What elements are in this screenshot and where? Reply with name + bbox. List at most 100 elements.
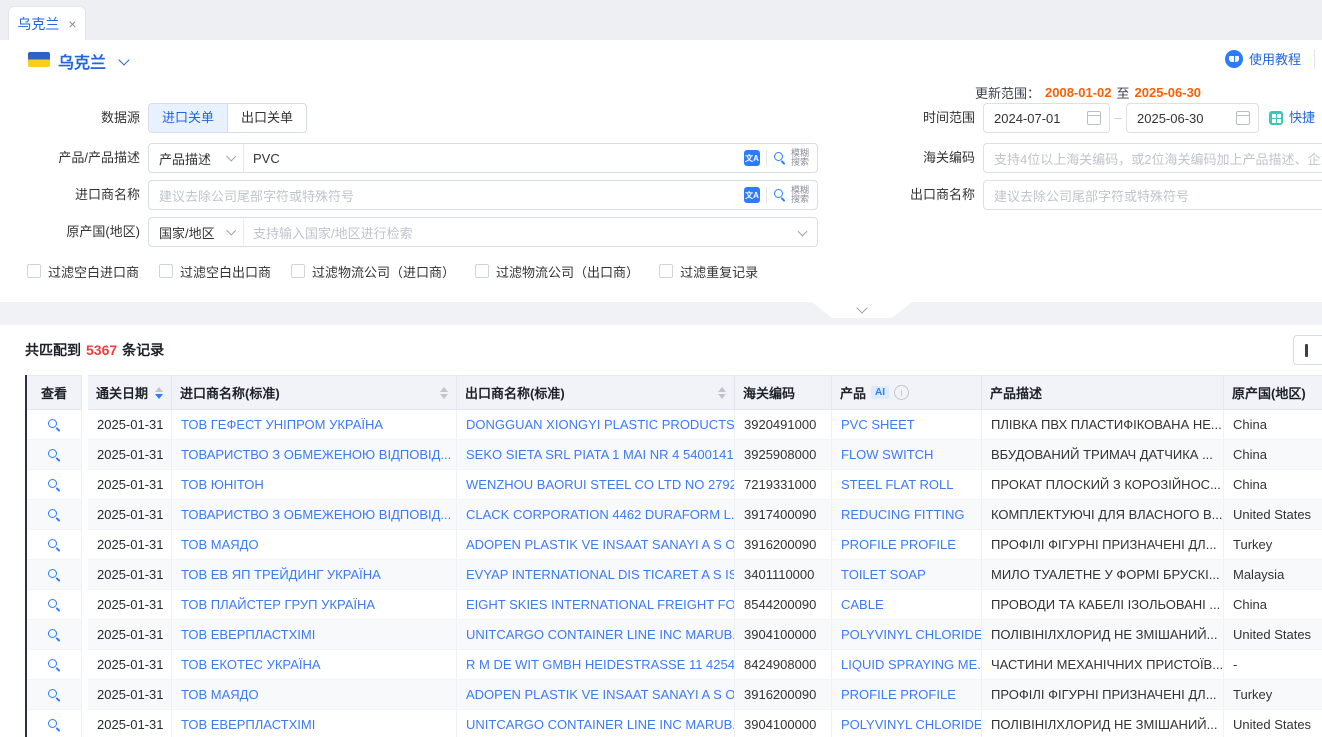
quick-select-link[interactable]: 快捷 (1289, 103, 1315, 133)
country-title[interactable]: 乌克兰 (58, 49, 106, 73)
importer-input[interactable]: 建议去除公司尾部字符或特殊符号 (149, 186, 744, 205)
view-cell[interactable] (27, 560, 82, 590)
origin-type-select[interactable]: 国家/地区 (149, 218, 244, 246)
calendar-icon[interactable] (1087, 111, 1101, 125)
view-cell[interactable] (27, 530, 82, 560)
fuzzy-search-button[interactable]: 模糊搜索 (773, 186, 809, 205)
exporter-link[interactable]: DONGGUAN XIONGYI PLASTIC PRODUCTS ... (457, 410, 735, 440)
sort-carets-icon[interactable] (718, 387, 726, 399)
origin-search-input[interactable]: 支持输入国家/地区进行检索 (244, 223, 799, 242)
chevron-down-icon[interactable] (118, 54, 129, 65)
product-link[interactable]: PROFILE PROFILE (832, 530, 982, 560)
exporter-link[interactable]: R M DE WIT GMBH HEIDESTRASSE 11 4254... (457, 650, 735, 680)
info-icon[interactable]: i (894, 385, 909, 400)
view-magnifier-icon[interactable] (47, 688, 61, 702)
view-magnifier-icon[interactable] (47, 508, 61, 522)
view-magnifier-icon[interactable] (47, 568, 61, 582)
translate-icon[interactable]: 文A (744, 150, 760, 166)
view-cell[interactable] (27, 410, 82, 440)
product-link[interactable]: PROFILE PROFILE (832, 680, 982, 710)
view-cell[interactable] (27, 680, 82, 710)
exporter-link[interactable]: WENZHOU BAORUI STEEL CO LTD NO 2792... (457, 470, 735, 500)
product-search-input[interactable]: PVC (244, 151, 744, 166)
exporter-link[interactable]: ADOPEN PLASTIK VE INSAAT SANAYI A S O... (457, 680, 735, 710)
view-cell[interactable] (27, 500, 82, 530)
calendar-icon[interactable] (1236, 111, 1250, 125)
checkbox-box[interactable] (159, 264, 173, 278)
product-link[interactable]: STEEL FLAT ROLL (832, 470, 982, 500)
view-magnifier-icon[interactable] (47, 658, 61, 672)
sort-carets-icon[interactable] (155, 387, 163, 399)
product-link[interactable]: CABLE (832, 590, 982, 620)
header-date[interactable]: 通关日期 (88, 375, 172, 410)
importer-link[interactable]: ТОВАРИСТВО З ОБМЕЖЕНОЮ ВІДПОВІД... (172, 500, 457, 530)
view-cell[interactable] (27, 620, 82, 650)
filter-checkbox[interactable]: 过滤物流公司（出口商） (475, 262, 639, 281)
view-magnifier-icon[interactable] (47, 448, 61, 462)
filter-checkbox[interactable]: 过滤空白出口商 (159, 262, 271, 281)
product-link[interactable]: POLYVINYL CHLORIDE (832, 710, 982, 737)
filter-checkbox[interactable]: 过滤物流公司（进口商） (291, 262, 455, 281)
end-date-input[interactable]: 2025-06-30 (1126, 103, 1259, 133)
importer-link[interactable]: ТОВАРИСТВО З ОБМЕЖЕНОЮ ВІДПОВІД... (172, 440, 457, 470)
exporter-input[interactable]: 建议去除公司尾部字符或特殊符号 (983, 180, 1322, 210)
importer-link[interactable]: ТОВ ЕВЕРПЛАСТХІМІ (172, 710, 457, 737)
view-cell[interactable] (27, 470, 82, 500)
view-magnifier-icon[interactable] (47, 478, 61, 492)
importer-link[interactable]: ТОВ МАЯДО (172, 680, 457, 710)
table-settings-button[interactable] (1293, 335, 1322, 365)
checkbox-box[interactable] (475, 264, 489, 278)
view-magnifier-icon[interactable] (47, 718, 61, 732)
filter-checkbox[interactable]: 过滤重复记录 (659, 262, 758, 281)
view-magnifier-icon[interactable] (47, 628, 61, 642)
product-link[interactable]: LIQUID SPRAYING ME... (832, 650, 982, 680)
collapse-filters-button[interactable] (812, 302, 912, 318)
view-cell[interactable] (27, 650, 82, 680)
exporter-link[interactable]: UNITCARGO CONTAINER LINE INC MARUB... (457, 710, 735, 737)
product-link[interactable]: TOILET SOAP (832, 560, 982, 590)
importer-link[interactable]: ТОВ ЕВЕРПЛАСТХІМІ (172, 620, 457, 650)
view-magnifier-icon[interactable] (47, 418, 61, 432)
exporter-link[interactable]: EIGHT SKIES INTERNATIONAL FREIGHT FOR... (457, 590, 735, 620)
view-magnifier-icon[interactable] (47, 598, 61, 612)
product-link[interactable]: PVC SHEET (832, 410, 982, 440)
hs-code-cell: 3904100000 (735, 710, 832, 737)
exporter-link[interactable]: CLACK CORPORATION 4462 DURAFORM L... (457, 500, 735, 530)
exporter-link[interactable]: SEKO SIETA SRL PIATA 1 MAI NR 4 5400141 … (457, 440, 735, 470)
checkbox-box[interactable] (291, 264, 305, 278)
product-link[interactable]: FLOW SWITCH (832, 440, 982, 470)
header-importer[interactable]: 进口商名称(标准) (172, 375, 457, 410)
exporter-link[interactable]: ADOPEN PLASTIK VE INSAAT SANAYI A S O... (457, 530, 735, 560)
tutorial-link[interactable]: 使用教程 (1225, 49, 1301, 68)
checkbox-box[interactable] (659, 264, 673, 278)
tab-ukraine[interactable]: 乌克兰 × (8, 6, 86, 40)
translate-icon[interactable]: 文A (744, 187, 760, 203)
importer-link[interactable]: ТОВ ЕВ ЯП ТРЕЙДИНГ УКРАЇНА (172, 560, 457, 590)
importer-link[interactable]: ТОВ ЕКОТЕС УКРАЇНА (172, 650, 457, 680)
checkbox-box[interactable] (27, 264, 41, 278)
filter-checkbox[interactable]: 过滤空白进口商 (27, 262, 139, 281)
importer-link[interactable]: ТОВ МАЯДО (172, 530, 457, 560)
hs-code-input[interactable]: 支持4位以上海关编码，或2位海关编码加上产品描述、企业名称 (983, 143, 1322, 173)
tab-close-icon[interactable]: × (68, 17, 76, 31)
view-magnifier-icon[interactable] (47, 538, 61, 552)
importer-link[interactable]: ТОВ ЮНІТОН (172, 470, 457, 500)
sort-carets-icon[interactable] (440, 387, 448, 399)
importer-link[interactable]: ТОВ ПЛАЙСТЕР ГРУП УКРАЇНА (172, 590, 457, 620)
view-cell[interactable] (27, 440, 82, 470)
end-date-value: 2025-06-30 (1137, 111, 1204, 126)
fuzzy-search-button[interactable]: 模糊搜索 (773, 149, 809, 168)
view-cell[interactable] (27, 590, 82, 620)
product-type-select[interactable]: 产品描述 (149, 144, 244, 172)
exporter-link[interactable]: UNITCARGO CONTAINER LINE INC MARUB... (457, 620, 735, 650)
header-exporter[interactable]: 出口商名称(标准) (457, 375, 735, 410)
product-link[interactable]: REDUCING FITTING (832, 500, 982, 530)
importer-link[interactable]: ТОВ ГЕФЕСТ УНІПРОМ УКРАЇНА (172, 410, 457, 440)
start-date-input[interactable]: 2024-07-01 (983, 103, 1110, 133)
tab-import-declarations[interactable]: 进口关单 (149, 104, 227, 132)
view-cell[interactable] (27, 710, 82, 737)
product-link[interactable]: POLYVINYL CHLORIDE (832, 620, 982, 650)
tab-export-declarations[interactable]: 出口关单 (227, 104, 306, 132)
exporter-link[interactable]: EVYAP INTERNATIONAL DIS TICARET A S IS..… (457, 560, 735, 590)
quick-select-icon[interactable] (1269, 111, 1283, 125)
